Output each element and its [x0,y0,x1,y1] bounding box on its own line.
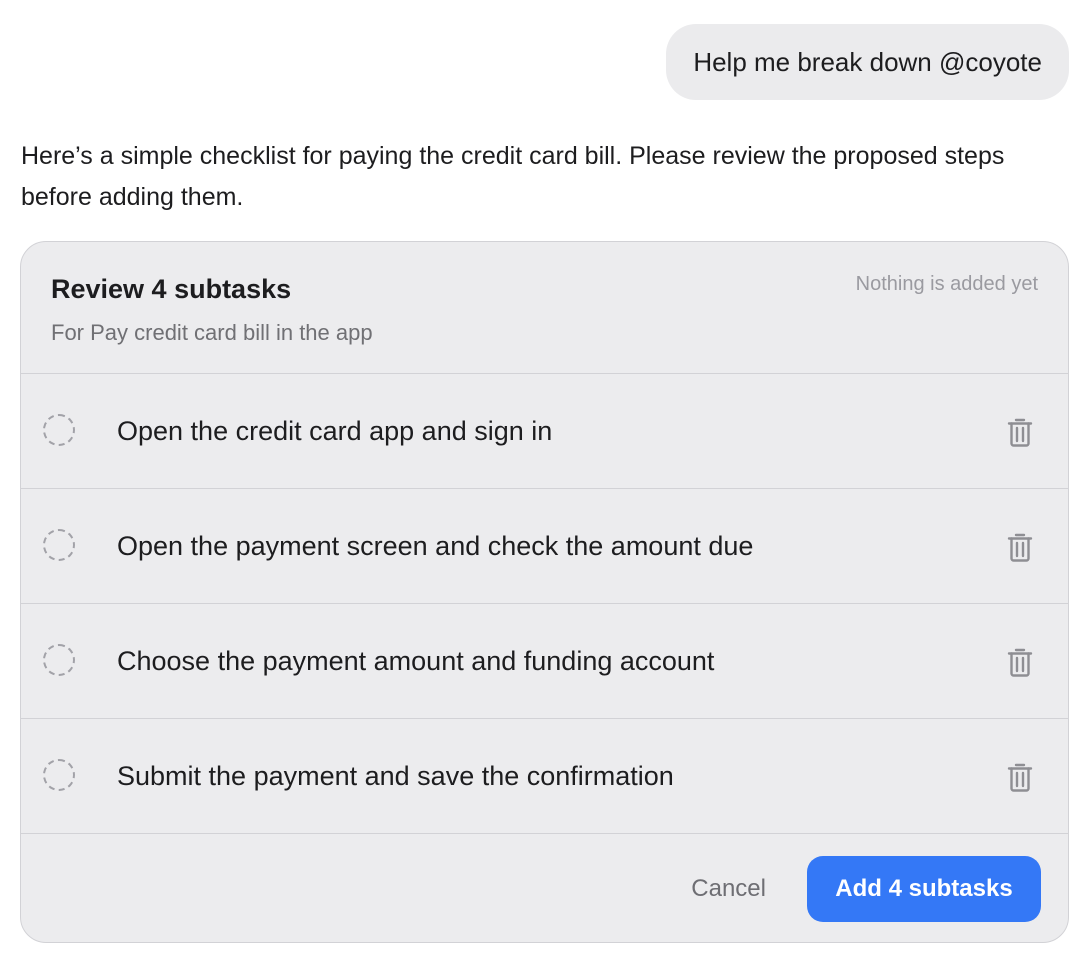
subtask-label[interactable]: Open the payment screen and check the am… [117,489,753,603]
subtask-row: Submit the payment and save the confirma… [21,719,1068,834]
subtask-row: Open the credit card app and sign in [21,374,1068,489]
added-status-text: Nothing is added yet [855,273,1038,295]
subtask-row: Choose the payment amount and funding ac… [21,604,1068,719]
cancel-button[interactable]: Cancel [691,856,766,922]
dashed-circle-icon [43,529,75,561]
add-subtasks-button[interactable]: Add 4 subtasks [807,856,1041,922]
card-header: Review 4 subtasks For Pay credit card bi… [21,242,1068,374]
dashed-circle-icon [43,414,75,446]
trash-icon[interactable] [1006,646,1034,678]
subtask-label[interactable]: Submit the payment and save the confirma… [117,719,674,833]
user-message-bubble: Help me break down @coyote [666,24,1069,100]
trash-icon[interactable] [1006,761,1034,793]
dashed-circle-icon [43,759,75,791]
card-title: Review 4 subtasks [51,274,292,304]
review-subtasks-card: Review 4 subtasks For Pay credit card bi… [20,241,1069,943]
subtask-row: Open the payment screen and check the am… [21,489,1068,604]
assistant-message: Here’s a simple checklist for paying the… [21,142,1005,211]
subtask-label[interactable]: Choose the payment amount and funding ac… [117,604,714,718]
card-subtitle: For Pay credit card bill in the app [51,320,373,345]
chat-view: Help me break down @coyote Here’s a simp… [0,0,1090,968]
trash-icon[interactable] [1006,416,1034,448]
subtask-label[interactable]: Open the credit card app and sign in [117,374,552,488]
trash-icon[interactable] [1006,531,1034,563]
dashed-circle-icon [43,644,75,676]
card-footer: Cancel Add 4 subtasks [21,834,1068,942]
